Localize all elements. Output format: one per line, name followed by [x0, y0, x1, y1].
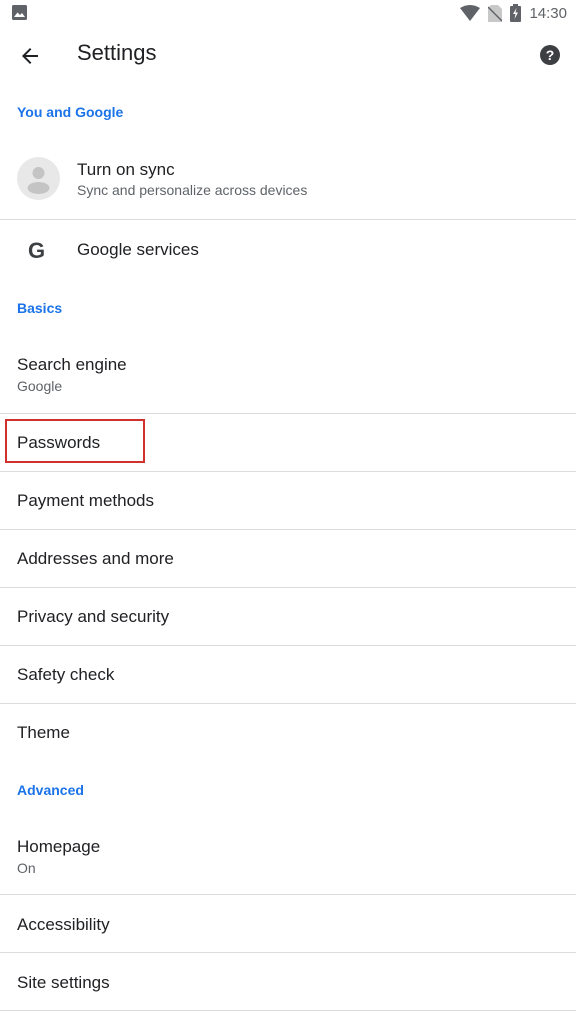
sync-subtitle: Sync and personalize across devices: [77, 182, 308, 198]
safety-check-item[interactable]: Safety check: [0, 646, 576, 703]
passwords-item[interactable]: Passwords: [0, 414, 576, 471]
accessibility-item[interactable]: Accessibility: [0, 895, 576, 952]
battery-charging-icon: [510, 4, 522, 22]
help-icon[interactable]: ?: [540, 45, 560, 65]
google-g-icon: G: [28, 238, 46, 263]
section-header-advanced: Advanced: [17, 782, 84, 798]
turn-on-sync-item[interactable]: Turn on sync Sync and personalize across…: [0, 140, 576, 220]
account-avatar-icon: [17, 157, 60, 200]
arrow-back-icon[interactable]: [18, 44, 42, 68]
payment-methods-item[interactable]: Payment methods: [0, 472, 576, 529]
status-bar: 14:30: [0, 0, 576, 26]
site-settings-title: Site settings: [17, 973, 110, 992]
divider: [0, 1010, 576, 1011]
search-engine-item[interactable]: Search engine Google: [0, 340, 576, 413]
svg-text:?: ?: [546, 47, 555, 63]
payment-methods-title: Payment methods: [17, 491, 155, 510]
search-engine-title: Search engine: [17, 355, 127, 374]
privacy-security-title: Privacy and security: [17, 607, 170, 626]
privacy-security-item[interactable]: Privacy and security: [0, 588, 576, 645]
addresses-title: Addresses and more: [17, 549, 174, 568]
no-sim-icon: [488, 4, 503, 22]
clock: 14:30: [529, 4, 567, 22]
homepage-value: On: [17, 860, 36, 876]
safety-check-title: Safety check: [17, 665, 115, 684]
app-toolbar: Settings ?: [0, 30, 576, 82]
homepage-title: Homepage: [17, 837, 101, 856]
section-header-basics: Basics: [17, 300, 63, 316]
homepage-item[interactable]: Homepage On: [0, 822, 576, 894]
addresses-item[interactable]: Addresses and more: [0, 530, 576, 587]
theme-title: Theme: [17, 723, 70, 742]
accessibility-title: Accessibility: [17, 915, 110, 934]
site-settings-item[interactable]: Site settings: [0, 953, 576, 1010]
sync-title: Turn on sync: [77, 160, 175, 179]
google-services-item[interactable]: G Google services: [0, 220, 576, 278]
page-title: Settings: [77, 40, 157, 65]
wifi-icon: [460, 5, 481, 21]
section-header-you-and-google: You and Google: [17, 104, 124, 120]
search-engine-value: Google: [17, 378, 63, 394]
image-notification-icon: [12, 5, 27, 20]
passwords-title: Passwords: [17, 433, 101, 452]
google-services-title: Google services: [77, 240, 199, 259]
theme-item[interactable]: Theme: [0, 704, 576, 761]
